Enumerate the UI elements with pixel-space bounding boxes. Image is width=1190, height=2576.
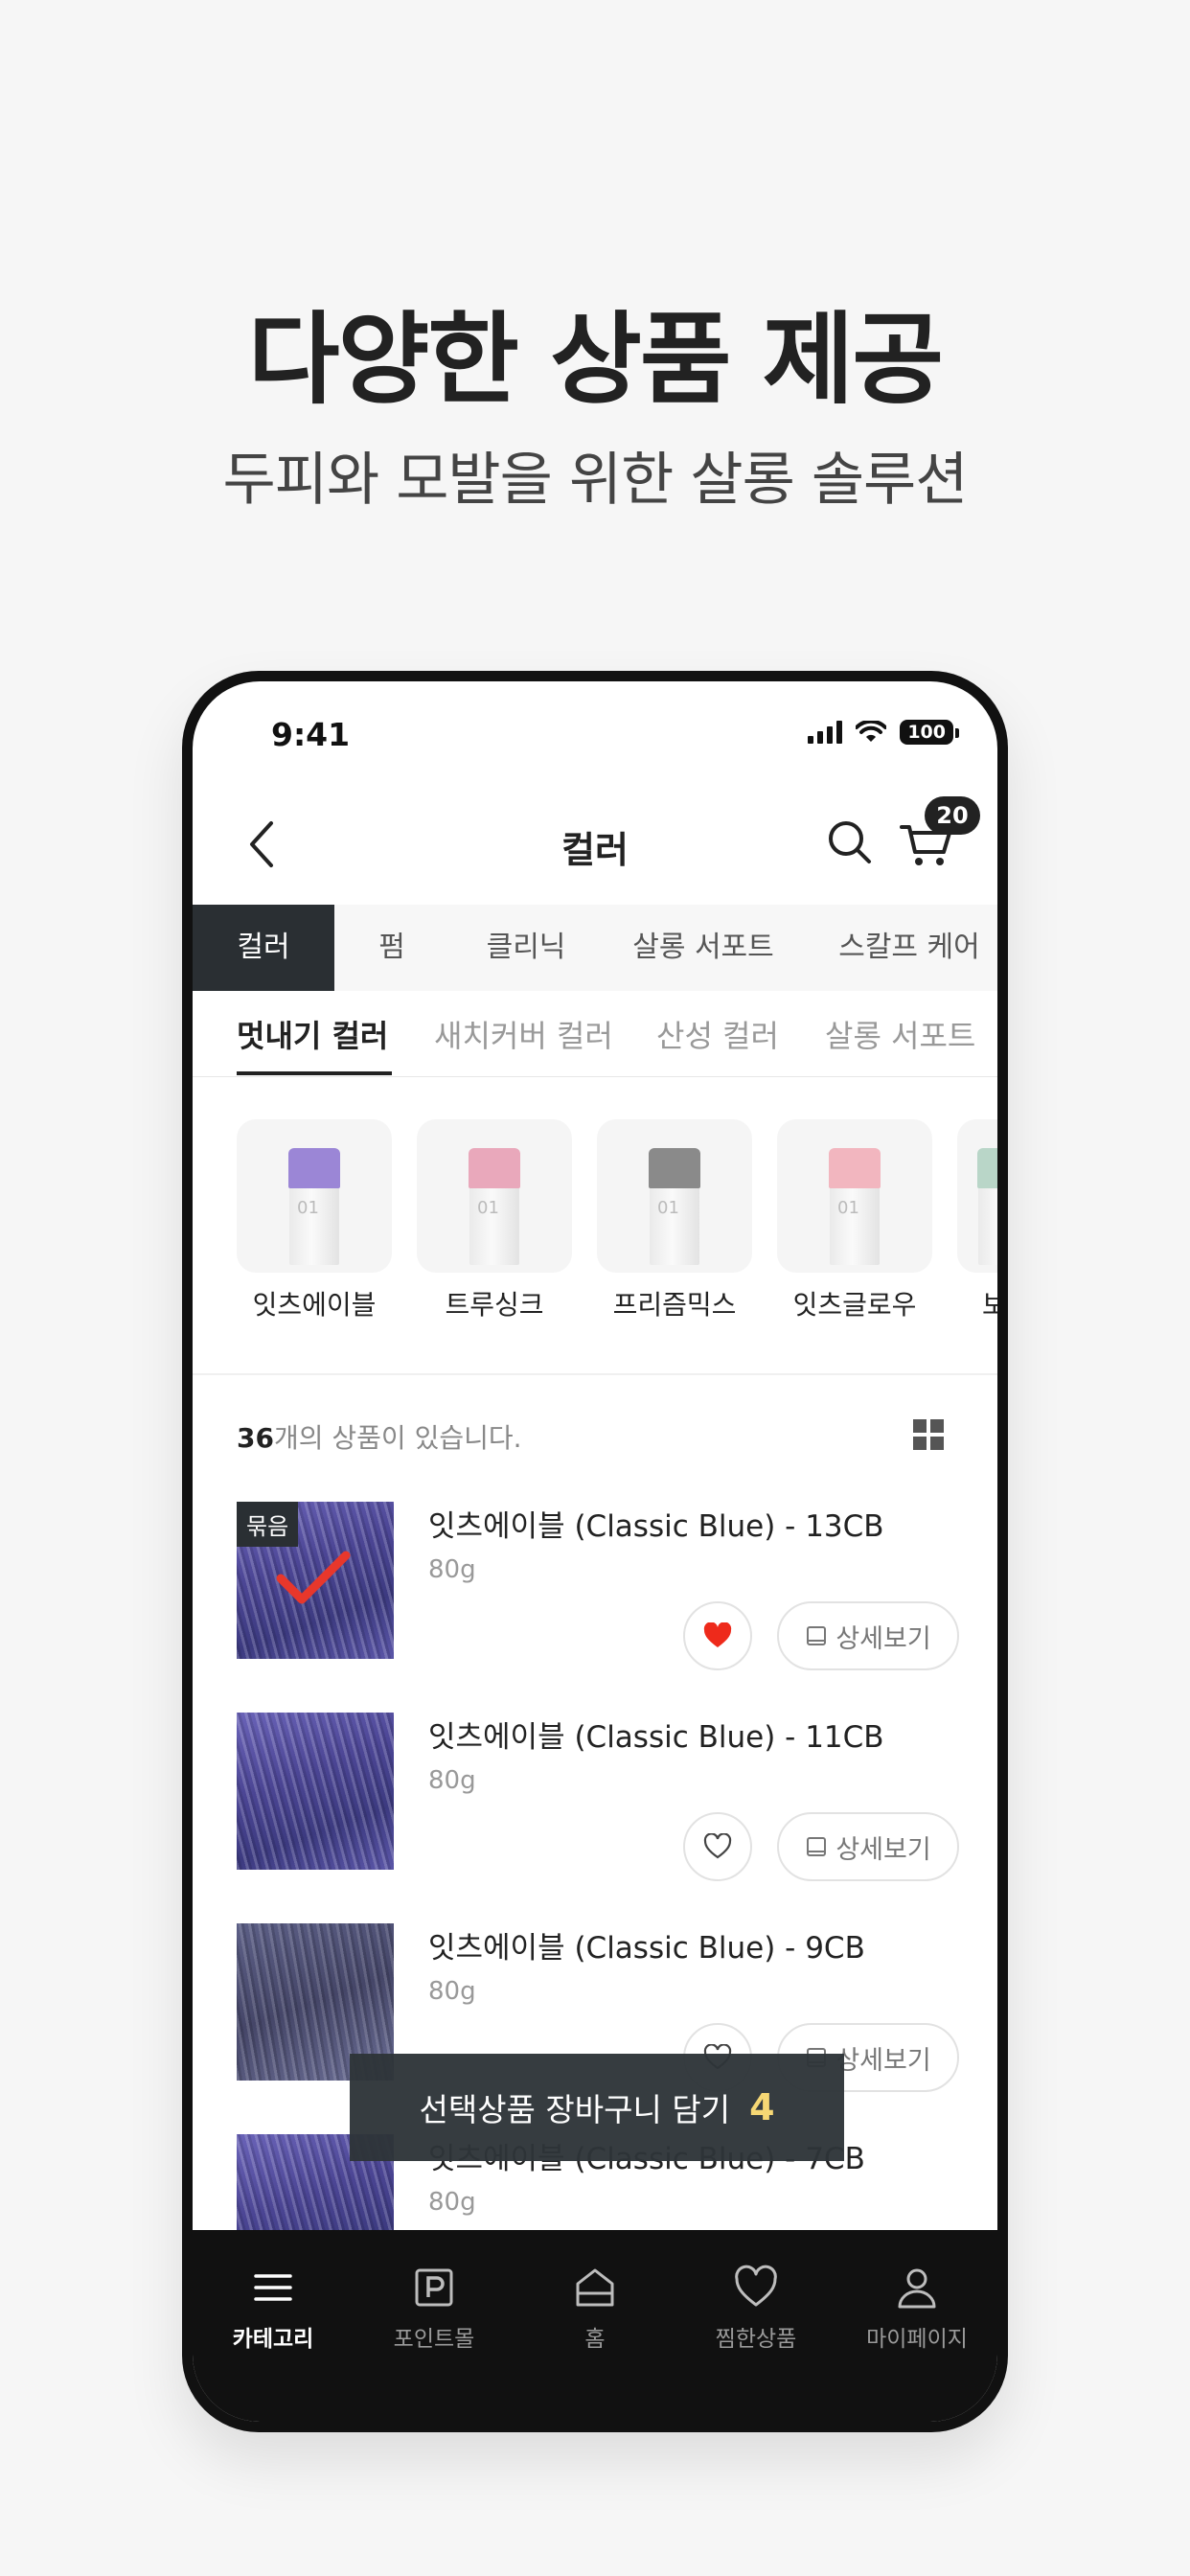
document-icon xyxy=(807,1837,827,1856)
brand-item[interactable]: 01 트루싱크 xyxy=(417,1119,572,1322)
product-weight: 80g xyxy=(428,2188,476,2217)
product-count-suffix: 개의 상품이 있습니다. xyxy=(273,1422,522,1454)
document-icon xyxy=(807,1626,827,1645)
product-tube-image: 01 xyxy=(829,1148,881,1265)
tabbar-home[interactable]: 홈 xyxy=(515,2230,675,2422)
heart-filled-icon xyxy=(703,1622,732,1647)
signal-icon xyxy=(808,721,843,744)
checkmark-icon xyxy=(276,1551,351,1604)
subtab-gray-cover[interactable]: 새치커버 컬러 xyxy=(434,1012,613,1056)
category-tabs: 컬러 펌 클리닉 살롱 서포트 스칼프 케어 xyxy=(193,905,997,991)
brand-item[interactable]: 보 xyxy=(957,1119,997,1322)
tabbar-point-mall[interactable]: 포인트몰 xyxy=(354,2230,515,2422)
tab-color[interactable]: 컬러 xyxy=(193,905,334,991)
tab-salon-support[interactable]: 살롱 서포트 xyxy=(603,905,804,991)
product-thumbnail[interactable] xyxy=(237,1713,394,1870)
tabbar-label: 찜한상품 xyxy=(715,2327,797,2352)
subtab-fashion-color[interactable]: 멋내기 컬러 xyxy=(237,1012,388,1056)
brand-thumbnail: 01 xyxy=(417,1119,572,1273)
grid-view-icon[interactable] xyxy=(913,1419,944,1450)
product-tube-image: 01 xyxy=(288,1148,340,1265)
product-name: 잇츠에이블 (Classic Blue) - 9CB xyxy=(428,1931,865,1966)
product-row[interactable]: 묶음 잇츠에이블 (Classic Blue) - 13CB 80g 상세보기 xyxy=(193,1502,997,1713)
like-button[interactable] xyxy=(683,1812,752,1881)
toast-label: 선택상품 장바구니 담기 xyxy=(419,2091,731,2128)
subtab-acid-color[interactable]: 산성 컬러 xyxy=(656,1012,779,1056)
brand-thumbnail: 01 xyxy=(597,1119,752,1273)
product-weight: 80g xyxy=(428,1766,476,1795)
phone-frame: 9:41 100 컬러 20 컬러 펌 클리닉 살롱 서포트 스칼프 케어 멋내… xyxy=(182,671,1008,2432)
product-row[interactable]: 잇츠에이블 (Classic Blue) - 11CB 80g 상세보기 xyxy=(193,1713,997,1923)
product-name: 잇츠에이블 (Classic Blue) - 11CB xyxy=(428,1720,884,1755)
menu-icon xyxy=(254,2274,292,2301)
hero-subtitle: 두피와 모발을 위한 살롱 솔루션 xyxy=(222,447,969,514)
subtab-salon-support[interactable]: 살롱 서포트 xyxy=(825,1012,975,1056)
product-name: 잇츠에이블 (Classic Blue) - 13CB xyxy=(428,1509,884,1544)
product-tube-image xyxy=(977,1148,997,1265)
product-count-number: 36 xyxy=(237,1422,274,1454)
tabbar-label: 홈 xyxy=(584,2327,606,2352)
wifi-icon xyxy=(856,721,887,742)
product-tube-image: 01 xyxy=(469,1148,520,1265)
tabbar-label: 마이페이지 xyxy=(866,2327,968,2352)
toast-count: 4 xyxy=(749,2086,775,2128)
tab-perm[interactable]: 펌 xyxy=(334,905,449,991)
brand-item[interactable]: 01 잇츠에이블 xyxy=(237,1119,392,1322)
brand-label: 프리즘믹스 xyxy=(612,1289,737,1321)
brand-label: 잇츠에이블 xyxy=(252,1289,377,1321)
brand-item[interactable]: 01 잇츠글로우 xyxy=(777,1119,932,1322)
battery-icon: 100 xyxy=(900,720,959,745)
home-icon xyxy=(576,2268,614,2307)
active-tab-indicator xyxy=(237,1071,392,1075)
brand-thumbnail xyxy=(957,1119,997,1273)
app-screen: 9:41 100 컬러 20 컬러 펌 클리닉 살롱 서포트 스칼프 케어 멋내… xyxy=(193,681,997,2422)
user-icon xyxy=(898,2268,936,2309)
detail-button-label: 상세보기 xyxy=(835,2045,931,2076)
tabbar-mypage[interactable]: 마이페이지 xyxy=(836,2230,997,2422)
brand-label: 보 xyxy=(982,1289,997,1321)
detail-button-label: 상세보기 xyxy=(835,1623,931,1654)
brand-thumbnail: 01 xyxy=(777,1119,932,1273)
add-to-cart-toast[interactable]: 선택상품 장바구니 담기 4 xyxy=(350,2054,844,2161)
product-thumbnail[interactable]: 묶음 xyxy=(237,1502,394,1659)
product-count: 36개의 상품이 있습니다. xyxy=(237,1417,522,1456)
tab-scalp-care[interactable]: 스칼프 케어 xyxy=(804,905,997,991)
brand-label: 트루싱크 xyxy=(445,1289,544,1321)
product-tube-image: 01 xyxy=(649,1148,700,1265)
tab-clinic[interactable]: 클리닉 xyxy=(449,905,603,991)
bottom-tab-bar: 카테고리 포인트몰 홈 찜한상품 마이페이지 xyxy=(193,2230,997,2422)
detail-button[interactable]: 상세보기 xyxy=(777,1601,959,1670)
tabbar-label: 포인트몰 xyxy=(393,2327,475,2352)
like-button[interactable] xyxy=(683,1601,752,1670)
sub-tabs: 멋내기 컬러 새치커버 컬러 산성 컬러 살롱 서포트 xyxy=(193,991,997,1077)
heart-icon xyxy=(735,2265,777,2307)
product-weight: 80g xyxy=(428,1555,476,1584)
section-divider xyxy=(193,1373,997,1375)
search-icon[interactable] xyxy=(823,816,877,869)
bundle-tag: 묶음 xyxy=(237,1502,299,1547)
tabbar-wishlist[interactable]: 찜한상품 xyxy=(675,2230,836,2422)
tabbar-category[interactable]: 카테고리 xyxy=(193,2230,354,2422)
page-title: 컬러 xyxy=(561,829,629,871)
heart-outline-icon xyxy=(703,1833,732,1859)
status-time: 9:41 xyxy=(271,716,351,753)
brand-thumbnail: 01 xyxy=(237,1119,392,1273)
tabbar-label: 카테고리 xyxy=(232,2327,314,2352)
point-icon xyxy=(415,2268,453,2307)
hero-title: 다양한 상품 제공 xyxy=(247,301,944,418)
status-icons: 100 xyxy=(808,720,959,745)
brand-label: 잇츠글로우 xyxy=(792,1289,917,1321)
detail-button-label: 상세보기 xyxy=(835,1834,931,1865)
cart-count-badge: 20 xyxy=(925,796,980,835)
product-weight: 80g xyxy=(428,1977,476,2006)
brand-item[interactable]: 01 프리즘믹스 xyxy=(597,1119,752,1322)
detail-button[interactable]: 상세보기 xyxy=(777,1812,959,1881)
